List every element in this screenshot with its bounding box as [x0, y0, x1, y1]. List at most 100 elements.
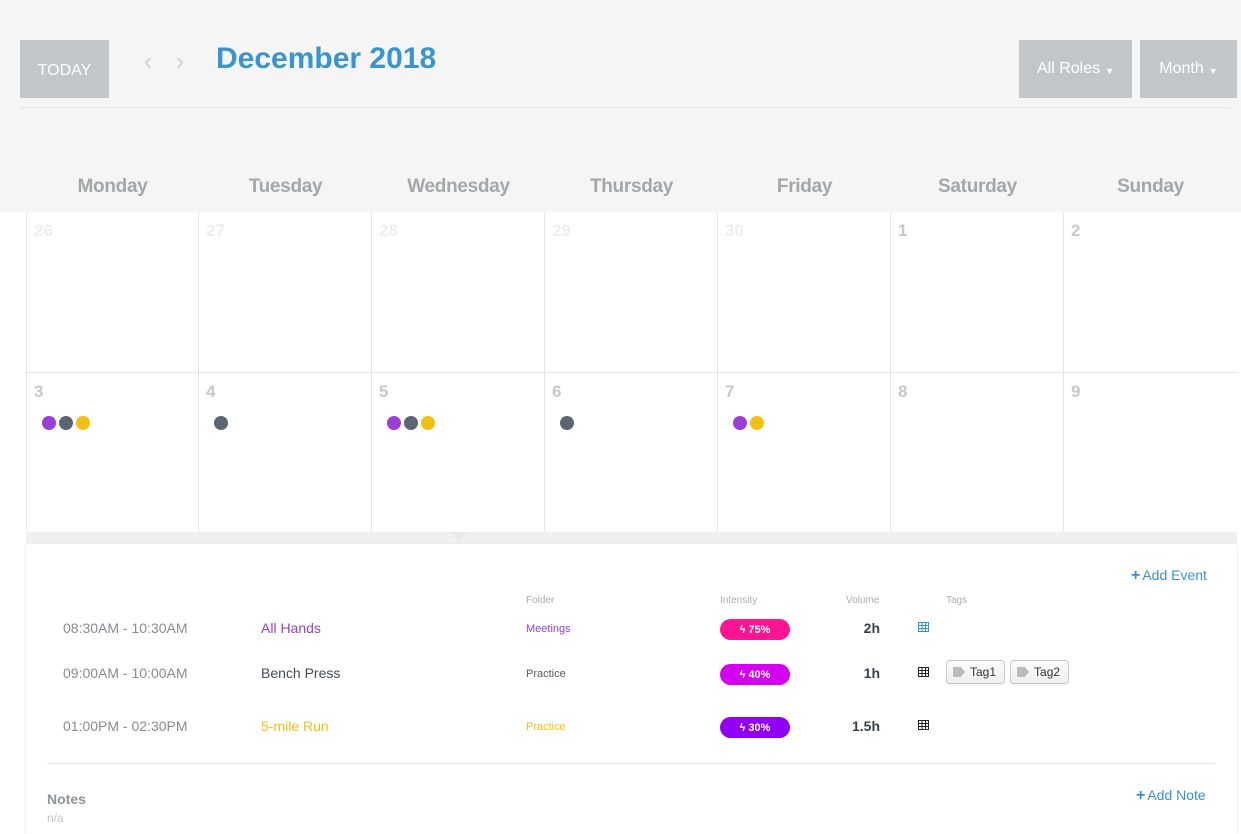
day-number: 30: [725, 221, 744, 240]
day-number: 5: [379, 382, 389, 401]
event-dot[interactable]: [59, 416, 73, 430]
event-folder: Practice: [526, 721, 566, 733]
tag-chip[interactable]: Tag2: [1010, 660, 1070, 684]
day-cell[interactable]: 1: [891, 212, 1064, 372]
column-header-tags: Tags: [946, 595, 968, 606]
event-dots: [42, 416, 90, 430]
roles-dropdown-label: All Roles: [1036, 60, 1101, 77]
event-name[interactable]: All Hands: [261, 620, 321, 636]
event-row[interactable]: 01:00PM - 02:30PM 5-mile Run Practice ϟ 30% 1…: [26, 712, 1237, 742]
day-number: 28: [379, 221, 398, 240]
event-row[interactable]: 09:00AM - 10:00AM Bench Press Practice ϟ 40%…: [26, 659, 1237, 689]
column-header-folder: Folder: [526, 595, 555, 606]
day-number: 3: [34, 382, 44, 401]
day-cell[interactable]: 6: [545, 373, 718, 533]
notes-label: Notes: [47, 791, 86, 807]
event-dots: [214, 416, 228, 430]
day-number: 4: [206, 382, 216, 401]
roles-dropdown[interactable]: All Roles ▼: [1019, 40, 1132, 98]
column-header-intensity: Intensity: [720, 595, 758, 606]
day-number: 26: [34, 221, 53, 240]
weekday-header-friday: Friday: [776, 176, 833, 197]
intensity-badge: ϟ 75%: [720, 619, 790, 640]
day-number: 7: [725, 382, 735, 401]
event-folder: Meetings: [526, 623, 571, 635]
day-cell[interactable]: 3: [26, 373, 199, 533]
day-number: 9: [1071, 382, 1081, 401]
column-header-volume: Volume: [846, 595, 880, 606]
day-number: 8: [898, 382, 908, 401]
panel-separator: [26, 532, 1237, 544]
view-dropdown-label: Month: [1159, 60, 1204, 77]
day-cell[interactable]: 2: [1064, 212, 1237, 372]
bolt-icon: ϟ: [739, 721, 746, 734]
event-dot[interactable]: [733, 416, 747, 430]
event-dot[interactable]: [560, 416, 574, 430]
chevron-right-icon[interactable]: ›: [176, 48, 184, 76]
chevron-left-icon[interactable]: ‹: [144, 48, 152, 76]
weekday-header-wednesday: Wednesday: [407, 176, 510, 197]
intensity-value: 30%: [748, 721, 771, 734]
event-name[interactable]: 5-mile Run: [261, 718, 329, 734]
add-note-label: Add Note: [1147, 787, 1206, 803]
intensity-value: 40%: [748, 668, 771, 681]
weekday-header-row: Monday Tuesday Wednesday Thursday Friday Satu…: [26, 176, 1237, 206]
event-dot[interactable]: [214, 416, 228, 430]
day-cell[interactable]: 8: [891, 373, 1064, 533]
spreadsheet-icon[interactable]: [918, 622, 929, 632]
day-number: 1: [898, 221, 908, 240]
view-dropdown[interactable]: Month ▼: [1140, 40, 1237, 98]
plus-icon: +: [1136, 787, 1146, 804]
event-dots: [387, 416, 435, 430]
day-cell[interactable]: 4: [199, 373, 372, 533]
add-note-button[interactable]: + Add Note: [1136, 787, 1206, 805]
event-dots: [560, 416, 574, 430]
spreadsheet-icon[interactable]: [918, 720, 929, 730]
day-cell[interactable]: 30: [718, 212, 891, 372]
event-name[interactable]: Bench Press: [261, 665, 340, 681]
day-cell[interactable]: 9: [1064, 373, 1237, 533]
event-dot[interactable]: [750, 416, 764, 430]
day-cell[interactable]: 27: [199, 212, 372, 372]
event-dot[interactable]: [387, 416, 401, 430]
day-number: 27: [206, 221, 225, 240]
add-event-button[interactable]: + Add Event: [1131, 567, 1207, 585]
tag-icon: [953, 667, 965, 677]
day-cell[interactable]: 29: [545, 212, 718, 372]
event-dot[interactable]: [421, 416, 435, 430]
event-row[interactable]: 08:30AM - 10:30AM All Hands Meetings ϟ 75% 2h: [26, 614, 1237, 644]
day-number: 2: [1071, 221, 1081, 240]
tag-list: Tag1 Tag2: [946, 660, 1070, 684]
day-cell[interactable]: 5: [372, 373, 545, 533]
notes-value: n/a: [47, 811, 64, 825]
tag-chip[interactable]: Tag1: [946, 660, 1006, 684]
weekday-header-saturday: Saturday: [938, 176, 1017, 197]
event-time: 01:00PM - 02:30PM: [63, 718, 188, 734]
day-cell[interactable]: 7: [718, 373, 891, 533]
day-cell[interactable]: 26: [26, 212, 199, 372]
event-time: 09:00AM - 10:00AM: [63, 665, 188, 681]
day-cell[interactable]: 28: [372, 212, 545, 372]
bolt-icon: ϟ: [739, 623, 746, 636]
spreadsheet-icon[interactable]: [918, 667, 929, 677]
weekday-header-tuesday: Tuesday: [248, 176, 323, 197]
day-detail-panel: + Add Event Folder Intensity Volume Tags …: [26, 544, 1237, 834]
event-dots: [733, 416, 764, 430]
event-dot[interactable]: [404, 416, 418, 430]
day-number: 29: [552, 221, 571, 240]
day-number: 6: [552, 382, 562, 401]
tag-label: Tag2: [1034, 665, 1061, 679]
weekday-header-monday: Monday: [77, 176, 148, 197]
today-button[interactable]: TODAY: [20, 40, 109, 98]
intensity-badge: ϟ 30%: [720, 717, 790, 738]
event-dot[interactable]: [42, 416, 56, 430]
event-volume: 1h: [863, 665, 880, 681]
tag-icon: [1017, 667, 1030, 677]
caret-down-icon: ▼: [1208, 65, 1218, 76]
intensity-badge: ϟ 40%: [720, 664, 790, 685]
tag-label: Tag1: [970, 665, 997, 679]
plus-icon: +: [1131, 567, 1141, 584]
caret-down-icon: ▼: [1105, 65, 1115, 76]
event-dot[interactable]: [76, 416, 90, 430]
event-volume: 1.5h: [851, 718, 880, 734]
